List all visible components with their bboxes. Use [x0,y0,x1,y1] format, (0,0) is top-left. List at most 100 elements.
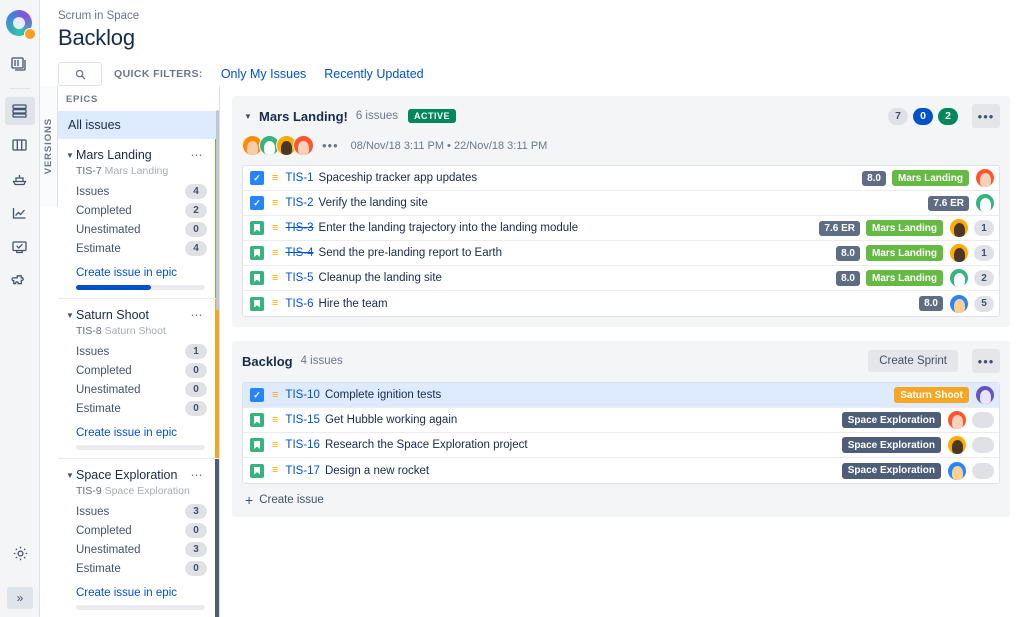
issue-key[interactable]: TIS-10 [285,389,320,401]
sprint-more-button[interactable]: ••• [972,104,1000,128]
components-puzzle-icon[interactable] [5,267,35,295]
issue-epic-tag[interactable]: Mars Landing [865,270,943,286]
releases-ship-icon[interactable] [5,165,35,193]
issue-epic-tag[interactable]: Space Exploration [841,437,941,453]
issue-key[interactable]: TIS-4 [285,247,313,259]
count-inprogress[interactable]: 0 [913,107,933,125]
issue-row[interactable]: ≡ TIS-17 Design a new rocket Space Explo… [243,458,999,483]
issue-estimate[interactable]: 8.0 [836,270,860,286]
issue-row[interactable]: ✓ ≡ TIS-1 Spaceship tracker app updates … [243,166,999,191]
issue-type-story-icon[interactable] [250,221,264,235]
issue-row[interactable]: ≡ TIS-3 Enter the landing trajectory int… [243,216,999,241]
sprint-avatar-more-button[interactable]: ••• [322,138,339,153]
issue-key[interactable]: TIS-3 [285,222,313,234]
epic-header[interactable]: ▼ Mars Landing ⋯ [58,139,219,165]
issue-assignee-avatar[interactable] [976,169,994,187]
issue-assignee-avatar[interactable] [950,219,968,237]
issue-key[interactable]: TIS-15 [285,414,320,426]
sprint-collapse-chevron-icon[interactable]: ▼ [242,112,254,121]
epic-chevron-down-icon[interactable]: ▼ [64,471,76,480]
issue-row[interactable]: ≡ TIS-15 Get Hubble working again Space … [243,408,999,433]
epic-chevron-down-icon[interactable]: ▼ [64,151,76,160]
issue-summary[interactable]: Spaceship tracker app updates [319,172,857,184]
epic-item[interactable]: ▼ Saturn Shoot ⋯ TIS-8 Saturn Shoot Issu… [58,299,219,459]
issue-epic-tag[interactable]: Space Exploration [841,412,941,428]
issue-assignee-avatar[interactable] [948,461,966,480]
issue-type-story-icon[interactable] [250,271,264,285]
projects-stack-icon[interactable] [5,50,35,78]
issue-type-story-icon[interactable] [250,246,264,260]
priority-icon[interactable]: ≡ [272,414,278,426]
issue-assignee-avatar[interactable] [950,269,968,287]
issue-estimate[interactable]: 8.0 [836,245,860,261]
issue-summary[interactable]: Complete ignition tests [325,389,888,401]
expand-sidebar-button[interactable]: » [7,587,33,609]
epic-more-button[interactable]: ⋯ [191,308,210,322]
issue-summary[interactable]: Verify the landing site [319,197,923,209]
issue-epic-tag[interactable]: Mars Landing [865,245,943,261]
issue-key[interactable]: TIS-6 [285,298,313,310]
create-issue-in-epic-button[interactable]: Create issue in epic [58,578,219,605]
epic-key[interactable]: TIS-7 [76,165,102,177]
create-issue-in-epic-button[interactable]: Create issue in epic [58,418,219,445]
issue-estimate[interactable]: 7.6 ER [819,220,860,236]
issue-key[interactable]: TIS-5 [285,272,313,284]
issue-assignee-avatar[interactable] [948,411,966,429]
count-done[interactable]: 2 [938,107,958,125]
issue-key[interactable]: TIS-17 [285,465,320,477]
epic-filter-all-issues[interactable]: All issues [58,111,219,139]
epic-header[interactable]: ▼ Saturn Shoot ⋯ [58,299,219,325]
issue-summary[interactable]: Design a new rocket [325,465,836,477]
issue-assignee-avatar[interactable] [950,294,968,313]
priority-icon[interactable]: ≡ [272,465,278,476]
priority-icon[interactable]: ≡ [272,172,278,184]
jira-logo-icon[interactable] [5,10,36,40]
epic-key[interactable]: TIS-8 [76,325,102,337]
priority-icon[interactable]: ≡ [272,247,278,259]
issue-epic-tag[interactable]: Space Exploration [841,462,941,479]
quick-filter-only-my-issues[interactable]: Only My Issues [221,67,306,81]
issue-type-task-icon[interactable]: ✓ [250,171,264,185]
issue-summary[interactable]: Enter the landing trajectory into the la… [319,222,814,234]
issue-row[interactable]: ≡ TIS-6 Hire the team 8.0 5 [243,291,999,316]
priority-icon[interactable]: ≡ [272,197,278,209]
issue-summary[interactable]: Research the Space Exploration project [325,439,836,451]
issue-type-task-icon[interactable]: ✓ [250,388,264,402]
issue-assignee-avatar[interactable] [976,194,994,212]
issue-row[interactable]: ✓ ≡ TIS-10 Complete ignition tests Satur… [243,383,999,408]
issue-assignee-avatar[interactable] [950,244,968,262]
issue-key[interactable]: TIS-1 [285,172,313,184]
quick-filter-recently-updated[interactable]: Recently Updated [324,67,423,81]
issue-type-story-icon[interactable] [250,438,264,452]
avatar[interactable] [293,135,314,156]
backlog-more-button[interactable]: ••• [972,349,1000,373]
search-input[interactable] [58,62,102,86]
count-todo[interactable]: 7 [888,107,908,125]
priority-icon[interactable]: ≡ [272,439,278,451]
epics-scrollbar[interactable] [216,110,219,310]
issue-epic-tag[interactable]: Saturn Shoot [894,387,969,403]
reports-chart-icon[interactable] [5,199,35,227]
priority-icon[interactable]: ≡ [272,222,278,234]
versions-tab[interactable]: VERSIONS [40,86,58,206]
issue-type-task-icon[interactable]: ✓ [250,196,264,210]
breadcrumb[interactable]: Scrum in Space [58,10,1024,22]
issue-estimate[interactable]: 8.0 [862,170,886,186]
issue-row[interactable]: ≡ TIS-5 Cleanup the landing site 8.0 Mars… [243,266,999,291]
epic-item[interactable]: ▼ Space Exploration ⋯ TIS-9 Space Explor… [58,459,219,617]
issue-assignee-avatar[interactable] [976,386,994,404]
board-columns-icon[interactable] [5,131,35,159]
issues-monitor-icon[interactable] [5,233,35,261]
issue-type-story-icon[interactable] [250,463,264,478]
issue-assignee-avatar[interactable] [948,436,966,454]
issue-key[interactable]: TIS-16 [285,439,320,451]
issue-row[interactable]: ≡ TIS-16 Research the Space Exploration … [243,433,999,458]
issue-type-story-icon[interactable] [250,413,264,427]
issue-estimate[interactable]: 8.0 [919,296,943,311]
backlog-icon[interactable] [4,97,35,125]
issue-summary[interactable]: Hire the team [319,298,914,310]
issue-estimate[interactable]: 7.6 ER [928,195,969,211]
epic-header[interactable]: ▼ Space Exploration ⋯ [58,459,219,485]
epic-chevron-down-icon[interactable]: ▼ [64,311,76,320]
priority-icon[interactable]: ≡ [272,389,278,401]
